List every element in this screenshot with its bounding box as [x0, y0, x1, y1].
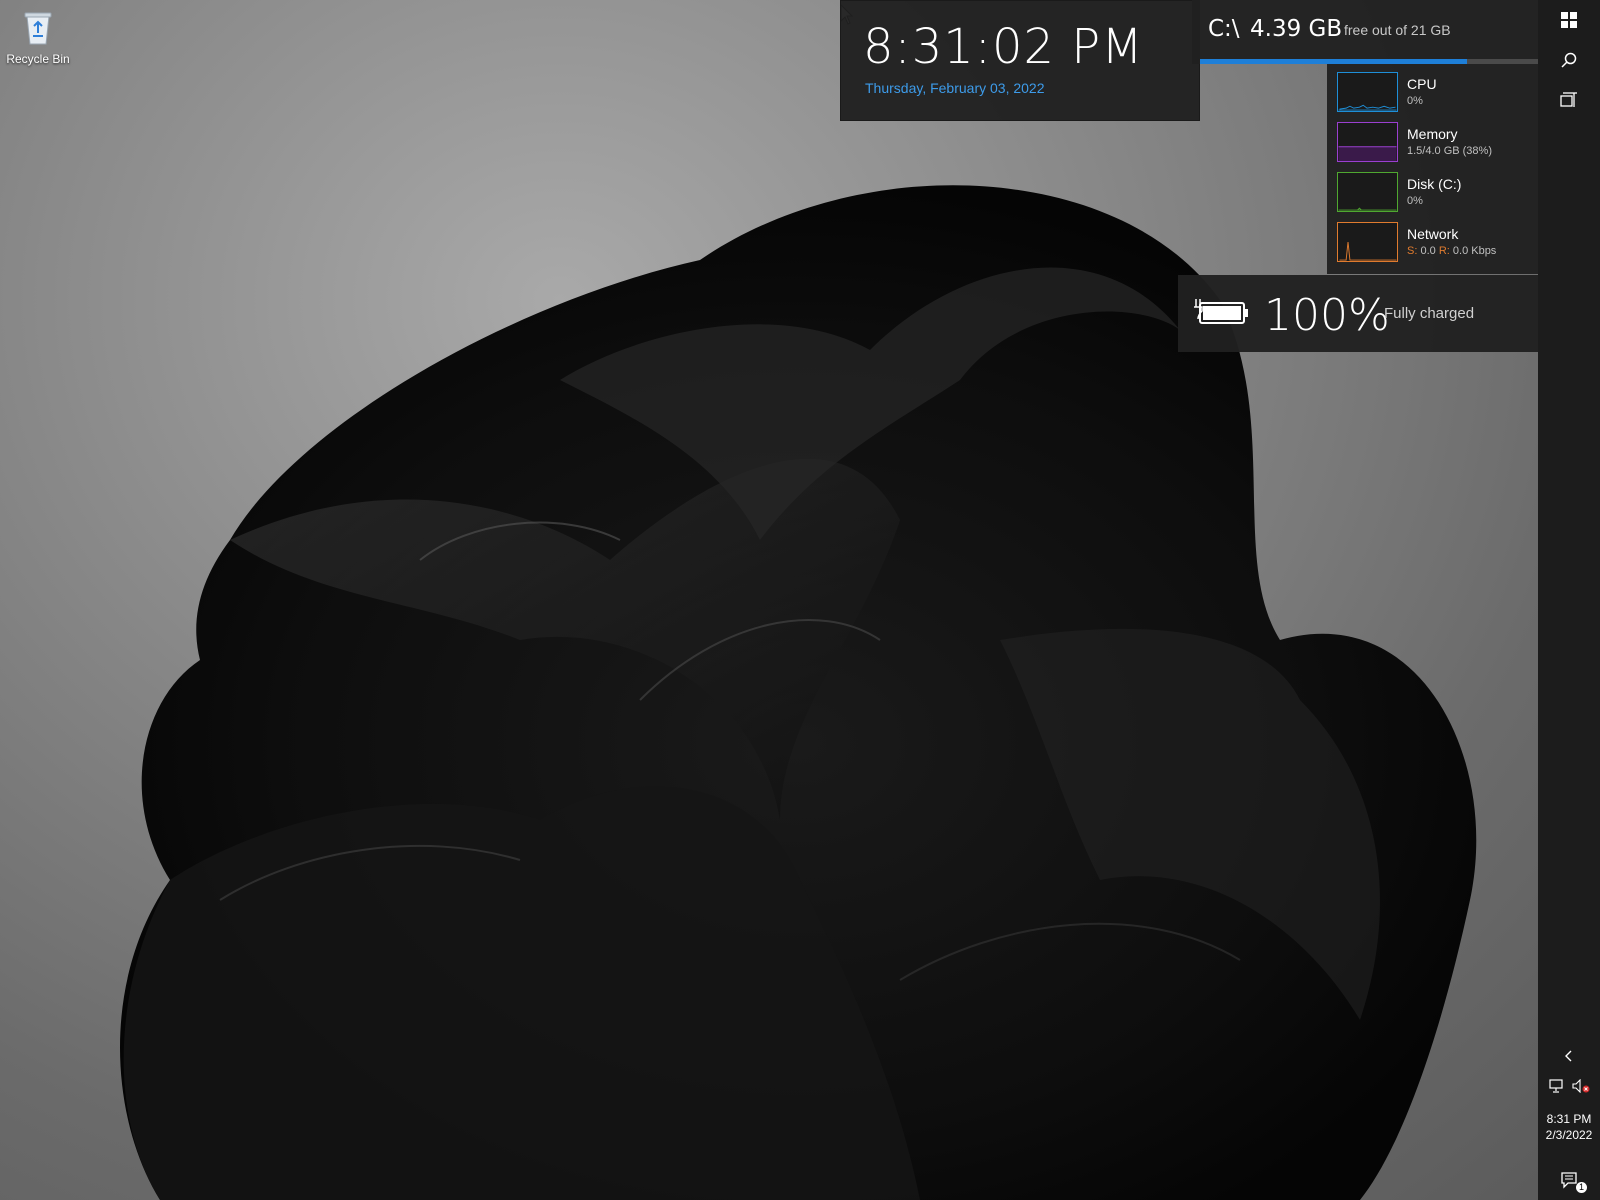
disk-graph-icon — [1337, 172, 1398, 212]
clock-date: Thursday, February 03, 2022 — [865, 80, 1045, 96]
disk-label: Disk (C:) — [1407, 176, 1462, 192]
perf-row-network[interactable]: Network S: 0.0 R: 0.0 Kbps — [1337, 220, 1532, 266]
disk-value: 0% — [1407, 195, 1423, 207]
volume-tray-button[interactable] — [1570, 1076, 1592, 1096]
cpu-label: CPU — [1407, 76, 1437, 92]
disk-drive-letter: C:\ — [1208, 16, 1240, 42]
clock-time: 8:31:02 PM — [863, 19, 1144, 75]
cpu-value: 0% — [1407, 95, 1423, 107]
disk-capacity-label: free out of 21 GB — [1344, 22, 1451, 38]
taskbar-clock-date[interactable]: 2/3/2022 — [1538, 1128, 1600, 1142]
show-hidden-icons-button[interactable] — [1538, 1042, 1600, 1070]
network-receive-value: 0.0 Kbps — [1452, 245, 1497, 257]
task-view-button[interactable] — [1538, 80, 1600, 120]
network-value: S: 0.0 R: 0.0 Kbps — [1407, 245, 1496, 257]
action-center-button[interactable]: 1 — [1538, 1160, 1600, 1200]
taskbar: 8:31 PM 2/3/2022 1 — [1538, 0, 1600, 1200]
network-graph-icon — [1337, 222, 1398, 262]
battery-charging-icon — [1194, 299, 1248, 324]
battery-status: Fully charged — [1384, 305, 1475, 322]
start-button[interactable] — [1538, 0, 1600, 40]
volume-muted-icon — [1572, 1079, 1590, 1093]
network-tray-button[interactable] — [1546, 1076, 1568, 1096]
task-view-icon — [1560, 92, 1577, 107]
chevron-left-icon — [1565, 1050, 1572, 1062]
memory-label: Memory — [1407, 126, 1458, 142]
desktop-wallpaper — [120, 185, 1477, 1200]
battery-widget[interactable]: 100% Fully charged — [1178, 275, 1538, 352]
windows-start-icon — [1561, 12, 1577, 28]
memory-value: 1.5/4.0 GB (38%) — [1407, 145, 1492, 157]
network-send-value: 0.0 — [1420, 245, 1436, 257]
network-send-label: S: — [1407, 245, 1418, 257]
taskbar-clock-time[interactable]: 8:31 PM — [1538, 1112, 1600, 1126]
battery-percent: 100% — [1264, 290, 1390, 341]
performance-widget[interactable]: CPU 0% Memory 1.5/4.0 GB (38%) Disk (C:)… — [1327, 64, 1538, 274]
recycle-bin-icon — [24, 12, 52, 45]
search-button[interactable] — [1538, 40, 1600, 80]
search-icon — [1561, 52, 1577, 68]
cpu-graph-icon — [1337, 72, 1398, 112]
clock-widget[interactable]: 8:31:02 PM Thursday, February 03, 2022 — [840, 0, 1200, 121]
memory-graph-icon — [1337, 122, 1398, 162]
disk-free-space: 4.39 GB — [1250, 16, 1343, 42]
network-receive-label: R: — [1438, 245, 1450, 257]
desktop-icon-recycle-bin[interactable]: Recycle Bin — [4, 6, 72, 76]
perf-row-cpu[interactable]: CPU 0% — [1337, 70, 1532, 116]
perf-row-memory[interactable]: Memory 1.5/4.0 GB (38%) — [1337, 120, 1532, 166]
notification-count-badge: 1 — [1576, 1182, 1587, 1193]
network-icon — [1549, 1079, 1563, 1093]
perf-row-disk[interactable]: Disk (C:) 0% — [1337, 170, 1532, 216]
disk-space-widget[interactable]: C:\ 4.39 GB free out of 21 GB — [1192, 0, 1538, 64]
desktop-icon-label: Recycle Bin — [6, 52, 70, 66]
network-label: Network — [1407, 226, 1459, 242]
